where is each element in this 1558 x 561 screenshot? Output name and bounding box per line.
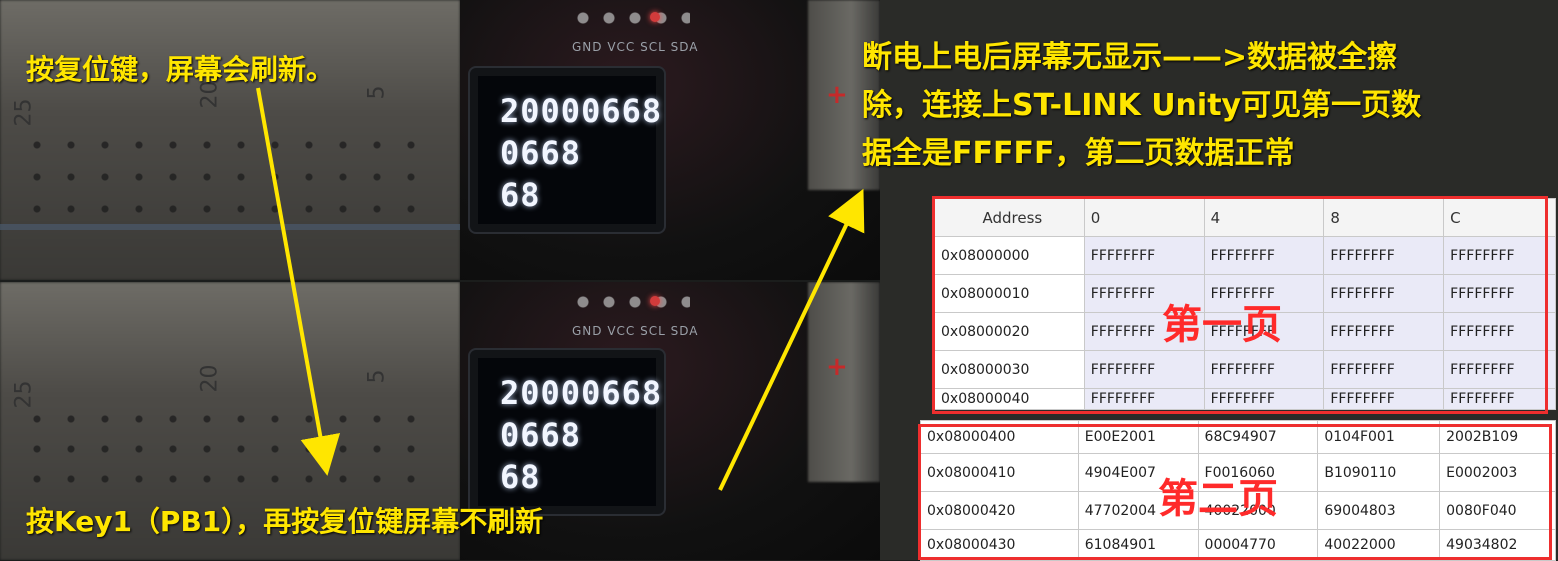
page-label-1: 第一页 xyxy=(1162,302,1282,348)
caption-right-line3: 据全是FFFFF，第二页数据正常 xyxy=(862,136,1295,171)
arrow-down xyxy=(256,87,341,476)
caption-top-left: 按复位键，屏幕会刷新。 xyxy=(26,53,335,86)
caption-bottom-left: 按Key1（PB1），再按复位键屏幕不刷新 xyxy=(26,505,544,538)
page-label-2: 第二页 xyxy=(1158,476,1278,522)
caption-right-line1: 断电上电后屏幕无显示——>数据被全擦 xyxy=(862,40,1398,75)
arrow-up-right xyxy=(718,188,865,491)
caption-right-line2: 除，连接上ST-LINK Unity可见第一页数 xyxy=(862,88,1422,123)
